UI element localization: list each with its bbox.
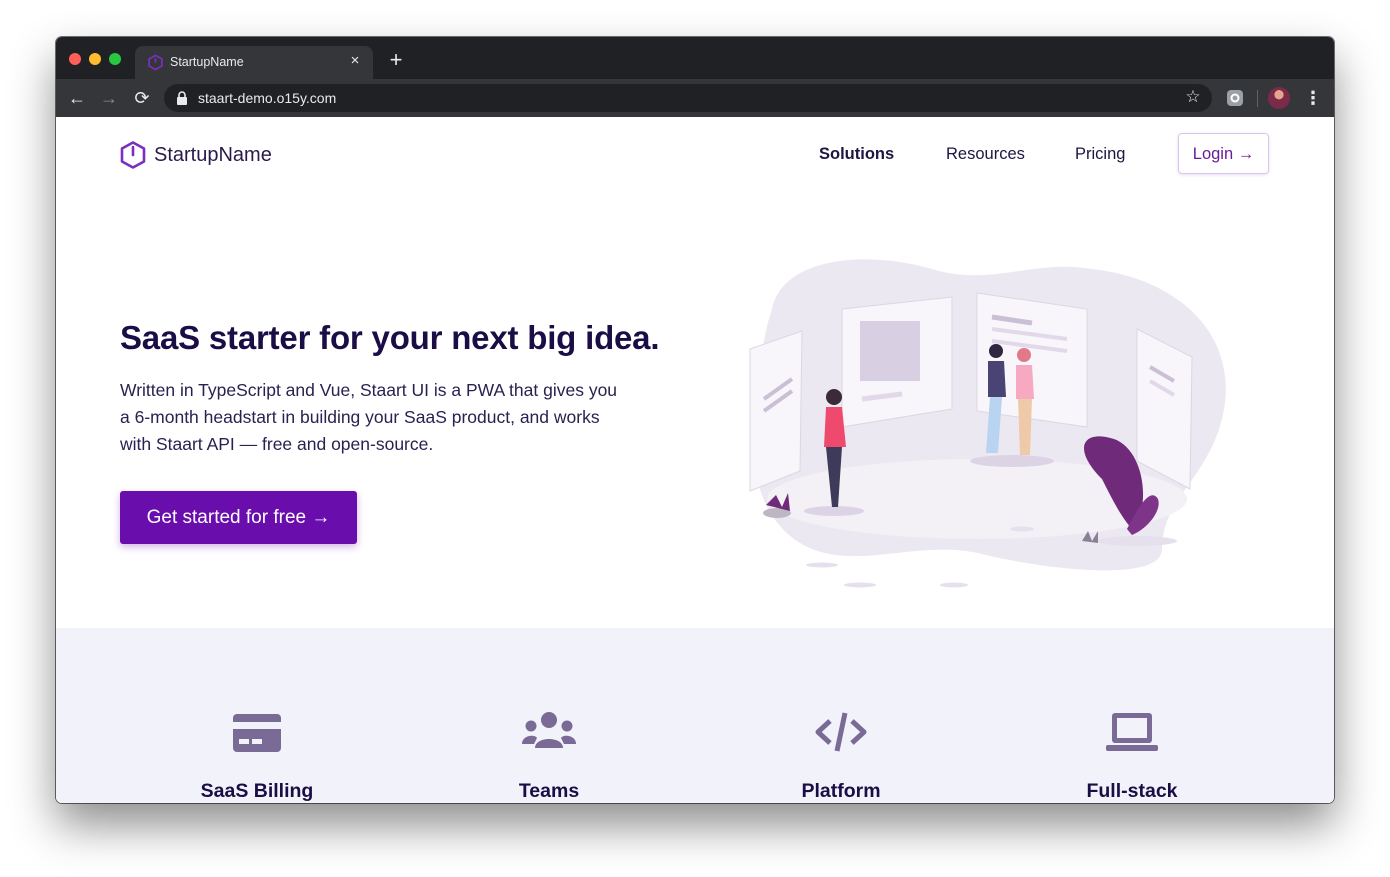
close-window-button[interactable]	[69, 53, 81, 65]
feature-title: SaaS Billing	[200, 780, 314, 802]
nav-pricing[interactable]: Pricing	[1075, 145, 1125, 164]
feature-title: Full-stack	[1086, 780, 1178, 802]
feature-teams: Teams	[439, 710, 659, 803]
feature-title: Teams	[518, 780, 580, 802]
browser-menu-icon[interactable]: ⋮	[1304, 88, 1322, 108]
tab-strip: StartupName × +	[56, 37, 1334, 79]
web-page: StartupName Solutions Resources Pricing …	[56, 117, 1334, 803]
brand-name: StartupName	[154, 143, 272, 166]
features-section: SaaS Billing Teams Platform Full-stack	[56, 628, 1334, 803]
power-logo-icon	[120, 141, 146, 169]
code-icon	[815, 712, 867, 752]
tab-title: StartupName	[170, 55, 244, 69]
credit-card-icon	[233, 714, 281, 752]
nav-resources[interactable]: Resources	[946, 145, 1025, 164]
toolbar-divider	[1257, 90, 1258, 107]
power-logo-icon	[148, 54, 163, 71]
profile-avatar[interactable]	[1268, 87, 1290, 109]
browser-toolbar: ← → ⟳ staart-demo.o15y.com ☆ ⋮	[56, 79, 1334, 117]
laptop-icon	[1106, 713, 1158, 751]
new-tab-icon[interactable]: +	[386, 49, 406, 71]
hero-illustration	[749, 259, 1226, 588]
browser-tab[interactable]: StartupName ×	[135, 46, 373, 79]
login-button[interactable]: Login →	[1178, 133, 1269, 174]
minimize-window-button[interactable]	[89, 53, 101, 65]
bookmark-star-icon[interactable]: ☆	[1184, 88, 1202, 106]
maximize-window-button[interactable]	[109, 53, 121, 65]
url-text: staart-demo.o15y.com	[198, 90, 337, 106]
browser-window: StartupName × + ← → ⟳ staart-demo.o15y.c…	[56, 37, 1334, 803]
feature-platform: Platform	[731, 710, 951, 803]
reload-icon[interactable]: ⟳	[131, 88, 153, 108]
address-bar[interactable]: staart-demo.o15y.com ☆	[164, 84, 1212, 112]
hero-title: SaaS starter for your next big idea.	[120, 319, 660, 356]
feature-full-stack: Full-stack	[1022, 710, 1242, 803]
feature-saas-billing: SaaS Billing	[147, 710, 367, 803]
back-arrow-icon[interactable]: ←	[66, 88, 88, 108]
get-started-button[interactable]: Get started for free →	[120, 491, 357, 544]
hero-description: Written in TypeScript and Vue, Staart UI…	[120, 380, 618, 454]
users-icon	[522, 712, 576, 748]
extension-icon[interactable]	[1226, 89, 1244, 107]
feature-title: Platform	[801, 780, 881, 802]
lock-icon	[177, 91, 187, 105]
brand-logo[interactable]: StartupName	[120, 141, 272, 169]
nav-solutions[interactable]: Solutions	[819, 145, 894, 164]
close-tab-icon[interactable]: ×	[347, 53, 363, 69]
forward-arrow-icon[interactable]: →	[98, 88, 120, 108]
